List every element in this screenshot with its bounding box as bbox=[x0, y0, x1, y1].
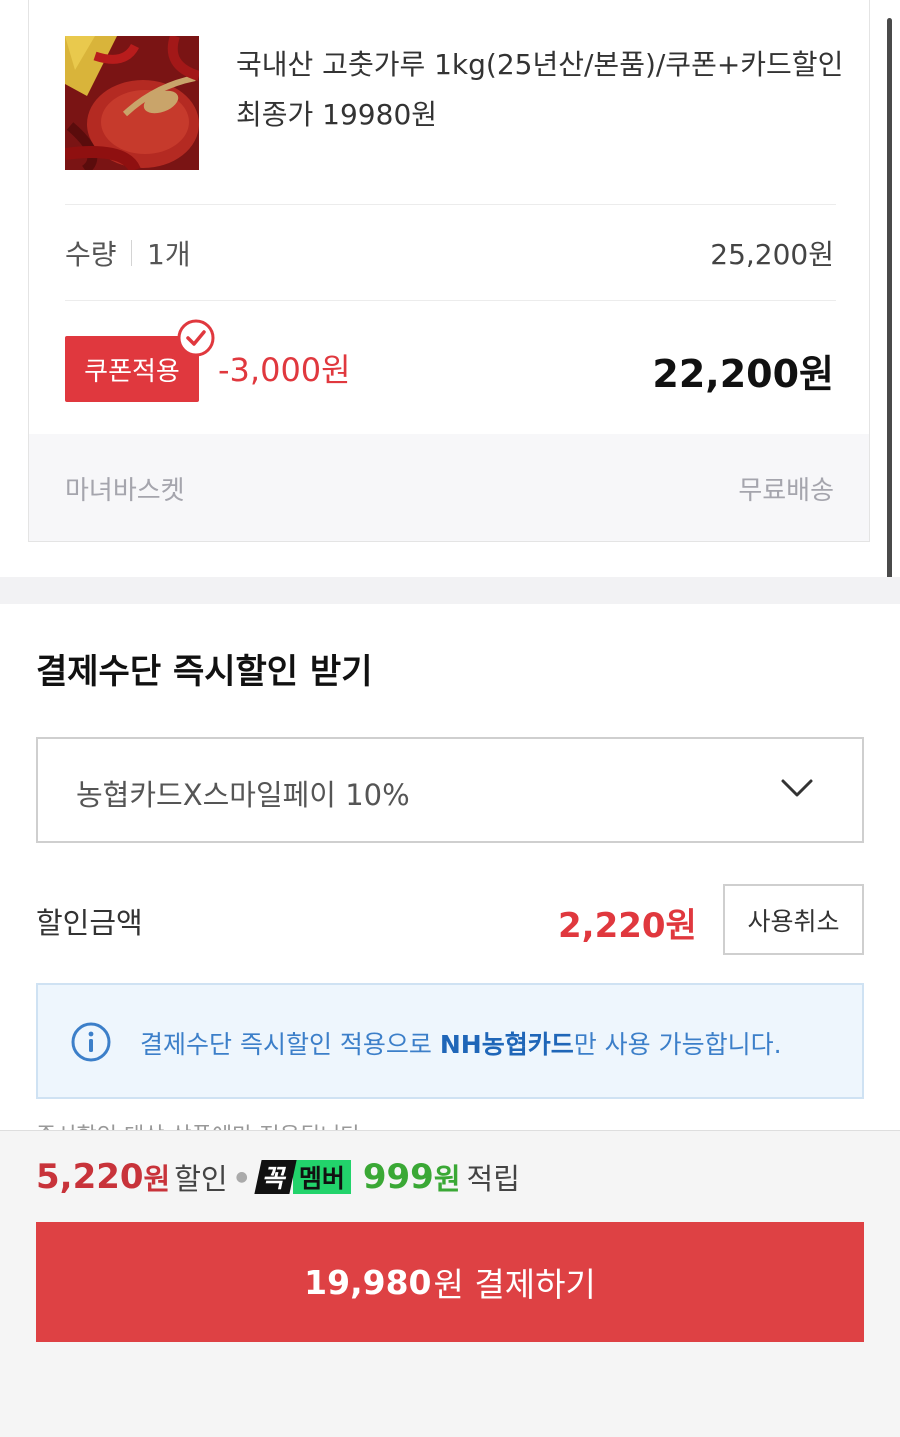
total-discount-unit: 원 bbox=[143, 1162, 171, 1196]
divider bbox=[65, 204, 836, 205]
total-discount-label: 할인 bbox=[174, 1162, 228, 1196]
member-badge: 꼭 멤버 bbox=[254, 1160, 351, 1194]
points-unit: 원 bbox=[433, 1162, 461, 1196]
product-thumbnail[interactable] bbox=[65, 36, 199, 170]
checkout-label: 원 결제하기 bbox=[433, 1265, 596, 1304]
checkout-amount: 19,980 bbox=[304, 1262, 432, 1302]
checkout-button[interactable]: 19,980 원 결제하기 bbox=[36, 1222, 864, 1342]
bottom-checkout-bar: 5,220 원 할인 ● 꼭 멤버 999 원 적립 19,980 원 결제하기 bbox=[0, 1130, 900, 1437]
check-circle-icon bbox=[176, 318, 216, 358]
seller-name[interactable]: 마녀바스켓 bbox=[65, 470, 185, 507]
member-badge-word: 멤버 bbox=[292, 1160, 351, 1194]
info-notice: 결제수단 즉시할인 적용으로 NH농협카드만 사용 가능합니다. bbox=[36, 983, 864, 1099]
subtotal-price: 25,200원 bbox=[710, 238, 834, 271]
scrollbar[interactable] bbox=[887, 18, 892, 585]
info-notice-text: 결제수단 즉시할인 적용으로 NH농협카드만 사용 가능합니다. bbox=[140, 1025, 782, 1061]
info-text-suffix: 만 사용 가능합니다. bbox=[573, 1030, 782, 1059]
shipping-info: 무료배송 bbox=[738, 476, 834, 506]
discount-label: 할인금액 bbox=[36, 906, 143, 940]
quantity-value: 1개 bbox=[147, 238, 191, 271]
product-title[interactable]: 국내산 고춧가루 1kg(25년산/본품)/쿠폰+카드할인 최종가 19980원 bbox=[236, 40, 846, 140]
total-discount-number: 5,220 bbox=[36, 1157, 144, 1197]
divider bbox=[65, 300, 836, 301]
savings-summary: 5,220 원 할인 ● 꼭 멤버 999 원 적립 bbox=[36, 1155, 520, 1199]
chevron-down-icon bbox=[780, 773, 814, 803]
member-badge-k: 꼭 bbox=[254, 1160, 297, 1194]
payment-method-value: 농협카드X스마일페이 10% bbox=[76, 778, 410, 812]
section-divider bbox=[0, 577, 900, 604]
quantity-label: 수량 bbox=[65, 238, 117, 271]
points-label: 적립 bbox=[466, 1162, 520, 1196]
coupon-discount-amount: -3,000원 bbox=[218, 351, 351, 389]
section-title: 결제수단 즉시할인 받기 bbox=[36, 652, 373, 692]
info-text-card: NH농협카드 bbox=[439, 1030, 574, 1059]
payment-method-select[interactable]: 농협카드X스마일페이 10% bbox=[36, 737, 864, 843]
points-number: 999 bbox=[362, 1157, 434, 1197]
info-circle-icon bbox=[70, 1021, 112, 1063]
quantity-separator bbox=[131, 240, 132, 266]
info-text-prefix: 결제수단 즉시할인 적용으로 bbox=[140, 1030, 440, 1059]
cancel-discount-button[interactable]: 사용취소 bbox=[723, 884, 864, 955]
separator-dot: ● bbox=[235, 1169, 248, 1185]
item-total-price: 22,200원 bbox=[652, 352, 834, 396]
discount-amount: 2,220원 bbox=[558, 906, 697, 946]
